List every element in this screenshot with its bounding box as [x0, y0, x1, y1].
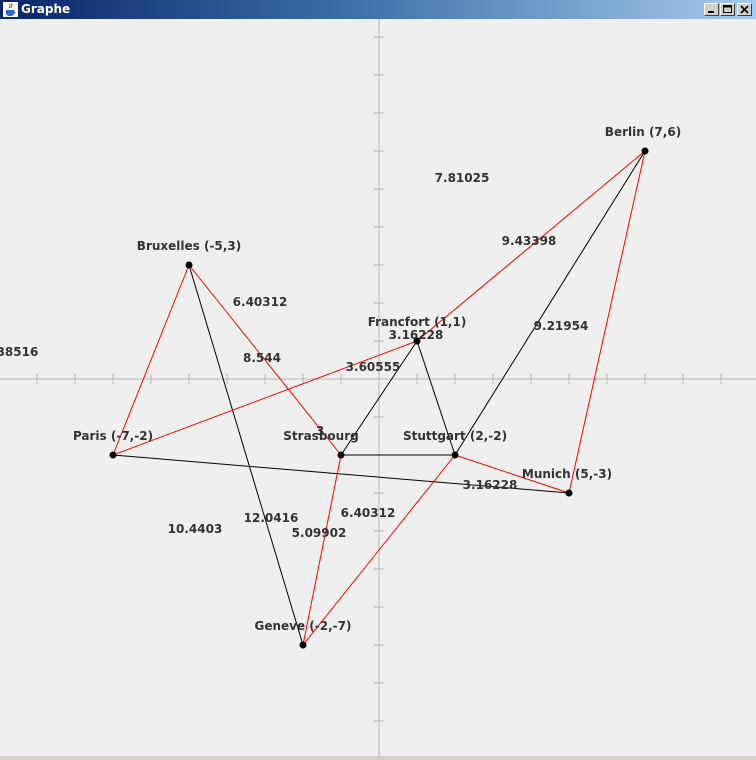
close-button[interactable] — [737, 3, 752, 16]
vertex-label-geneve: Geneve (-2,-7) — [255, 619, 352, 633]
edge-paris-bruxelles — [112, 264, 190, 456]
vertex-paris[interactable] — [109, 451, 117, 459]
vertex-label-berlin: Berlin (7,6) — [605, 125, 681, 139]
edge-strasbourg-geneve — [302, 454, 342, 646]
vertex-label-munich: Munich (5,-3) — [522, 467, 612, 481]
minimize-button[interactable] — [704, 3, 719, 16]
edge-stuttgart-berlin — [454, 150, 646, 456]
edge-weight-bruxelles-geneve: 10.4403 — [168, 522, 223, 536]
vertex-berlin[interactable] — [641, 147, 649, 155]
vertex-label-paris: Paris (-7,-2) — [73, 429, 153, 443]
edge-weight-francfort-berlin: 7.81025 — [435, 171, 490, 185]
close-icon — [740, 5, 749, 14]
vertex-label-bruxelles: Bruxelles (-5,3) — [137, 239, 241, 253]
edge-weight-francfort-stuttgart: 3.16228 — [389, 328, 444, 342]
edge-weight-stuttgart-berlin: 9.43398 — [502, 234, 557, 248]
edge-weight-paris-bruxelles: 5.38516 — [0, 345, 38, 359]
edge-weight-paris-munich: 12.0416 — [244, 511, 299, 525]
edge-weight-bruxelles-strasbourg: 6.40312 — [233, 295, 288, 309]
maximize-icon — [723, 5, 732, 13]
graph-canvas[interactable]: 5.38516 10.4403 6.40312 8.544 12.0416 7.81025… — [0, 19, 756, 760]
graph-svg: 5.38516 10.4403 6.40312 8.544 12.0416 7.81025… — [0, 19, 756, 760]
vertex-geneve[interactable] — [299, 641, 307, 649]
vertex-label-francfort: Francfort (1,1) — [368, 315, 467, 329]
edge-weight-francfort-strasbourg: 3.60555 — [346, 360, 401, 374]
title-bar[interactable]: Graphe — [0, 0, 756, 19]
minimize-icon — [708, 11, 714, 13]
vertex-label-stuttgart: Stuttgart (2,-2) — [403, 429, 507, 443]
vertex-stuttgart[interactable] — [451, 451, 459, 459]
edge-weight-strasbourg-geneve: 5.09902 — [292, 526, 347, 540]
vertex-label-strasbourg: Strasbourg — [283, 429, 358, 443]
vertex-munich[interactable] — [565, 489, 573, 497]
edge-bruxelles-geneve — [188, 264, 304, 646]
graph-window: Graphe 5.38516 10.4403 6.40312 8.544 12.0416… — [0, 0, 756, 760]
window-title: Graphe — [21, 2, 71, 16]
edge-weight-stuttgart-munich: 3.16228 — [463, 478, 518, 492]
java-cup-icon — [3, 2, 18, 17]
edge-weight-munich-berlin: 9.21954 — [534, 319, 589, 333]
edge-weight-paris-francfort: 8.544 — [243, 351, 281, 365]
vertex-strasbourg[interactable] — [337, 451, 345, 459]
maximize-button[interactable] — [720, 3, 735, 16]
edge-weight-stuttgart-geneve: 6.40312 — [341, 506, 396, 520]
vertex-bruxelles[interactable] — [185, 261, 193, 269]
